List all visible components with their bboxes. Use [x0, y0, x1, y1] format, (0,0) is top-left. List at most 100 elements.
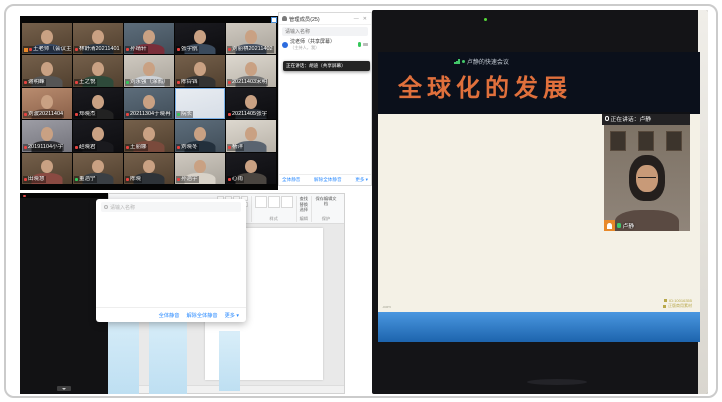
- video-tile[interactable]: 张宇航: [175, 23, 225, 54]
- video-tile[interactable]: 院长: [175, 88, 225, 119]
- restrict-editing-button[interactable]: 保存编辑文档: [315, 196, 337, 206]
- video-tile[interactable]: 刘永强（涂鸦）: [124, 55, 174, 86]
- video-tile[interactable]: 孙靖轩: [124, 23, 174, 54]
- tile-name-label: 20211403宋明: [227, 79, 268, 86]
- tile-name-label: 王丽娜: [125, 144, 148, 151]
- participant-name: 王老师（会议主讲）: [33, 46, 71, 53]
- participant-head: [92, 30, 104, 44]
- video-tile[interactable]: 刘波20211404: [22, 88, 72, 119]
- mic-status-icon: [24, 81, 27, 84]
- video-tile[interactable]: 杨洋: [226, 120, 276, 151]
- member-list: 正在讲话：胡迪（共享屏幕） 沈老师（共享屏幕）（主持人，我）: [279, 38, 371, 174]
- video-tile[interactable]: 董浩宁: [73, 153, 123, 184]
- mic-status-icon: [75, 178, 78, 181]
- dialog-footer: 全体静音 解除全体静音 更多 ▾: [96, 307, 246, 322]
- more-button[interactable]: 更多 ▾: [225, 312, 239, 319]
- meeting-sidebar-strip: [20, 193, 108, 394]
- participant-name: 刘丽祺20211402: [232, 46, 273, 53]
- mic-status-icon: [177, 113, 180, 116]
- mic-status-icon: [75, 48, 78, 51]
- tile-name-label: 孙靖轩: [125, 46, 148, 53]
- video-tile[interactable]: 谢明峰: [22, 55, 72, 86]
- participant-name: 杨洋: [232, 144, 243, 151]
- more-button[interactable]: 更多 ▾: [355, 177, 368, 183]
- camera-led-icon: [484, 18, 487, 21]
- mic-icon: [605, 116, 609, 121]
- video-tile[interactable]: 郑晓杰: [73, 88, 123, 119]
- video-tile[interactable]: 刘晓冬: [175, 120, 225, 151]
- tile-name-label: 20191104小宇: [23, 144, 64, 151]
- mic-status-icon: [228, 113, 231, 116]
- participant-head: [41, 160, 53, 174]
- mic-status-icon: [228, 81, 231, 84]
- video-tile[interactable]: 田晓慧: [22, 153, 72, 184]
- participant-name: 林舒清20211401: [79, 46, 120, 53]
- video-tile[interactable]: 王之悦: [73, 55, 123, 86]
- picture-frame: [610, 131, 626, 151]
- dialog-search-placeholder: 请输入名称: [110, 204, 135, 211]
- group-label: 保护: [322, 216, 330, 222]
- participant-name: 孙浩宇: [181, 176, 198, 183]
- video-tile[interactable]: 王丽娜: [124, 120, 174, 151]
- mute-all-button[interactable]: 全体静音: [159, 312, 180, 319]
- member-search-input[interactable]: [282, 27, 368, 36]
- tile-name-label: 王之悦: [74, 79, 97, 86]
- group-label: 样式: [269, 216, 277, 222]
- video-tile[interactable]: 赵晓君: [73, 120, 123, 151]
- participant-head: [194, 160, 206, 174]
- presentation-screen: 卢静的快速会议 全球化的发展 .com ID:10016355 正版商用素材 正…: [378, 52, 700, 342]
- tile-name-label: 20211304于晓冉: [125, 111, 172, 118]
- watermark-left: .com: [382, 304, 391, 309]
- video-tile[interactable]: 陈铃铛: [175, 55, 225, 86]
- background-window-3: [219, 331, 240, 391]
- participant-head: [41, 127, 53, 141]
- participant-name: 孙靖轩: [130, 46, 147, 53]
- layout-icon[interactable]: [271, 17, 277, 23]
- mic-on-icon: [617, 223, 621, 228]
- mic-icon[interactable]: [358, 42, 362, 47]
- camera-icon[interactable]: [363, 43, 368, 47]
- thumbnail-status-bar: 卢静: [604, 220, 634, 231]
- mic-status-icon: [228, 178, 231, 181]
- presenter-video-thumbnail[interactable]: 卢静: [604, 125, 690, 231]
- mic-status-icon: [29, 48, 32, 51]
- mute-all-button[interactable]: 全体静音: [282, 177, 300, 183]
- unmute-all-button[interactable]: 解除全体静音: [186, 312, 217, 319]
- expand-more-icon[interactable]: [57, 386, 71, 391]
- video-tile[interactable]: 心雨: [226, 153, 276, 184]
- raise-hand-icon[interactable]: [604, 220, 615, 231]
- tile-name-label: 陈铃铛: [176, 79, 199, 86]
- participant-head: [143, 160, 155, 174]
- video-tile[interactable]: 20191104小宇: [22, 120, 72, 151]
- unmute-all-button[interactable]: 解除全体静音: [314, 177, 342, 183]
- dialog-search-box[interactable]: 请输入名称: [101, 202, 241, 212]
- participant-name: 陈铃铛: [181, 79, 198, 86]
- video-tile[interactable]: 刘丽祺20211402: [226, 23, 276, 54]
- video-tile[interactable]: 王老师（会议主讲）: [22, 23, 72, 54]
- mic-status-icon: [177, 178, 180, 181]
- mic-status-icon: [126, 81, 129, 84]
- minimize-icon[interactable]: —: [353, 16, 360, 22]
- tile-name-label: 心雨: [227, 176, 244, 183]
- speaking-toast: 正在讲话：卢静: [602, 112, 690, 125]
- tile-name-label: 赵晓君: [74, 144, 97, 151]
- panel-title: 管理成员(25): [289, 15, 351, 23]
- video-tile[interactable]: 20211403宋明: [226, 55, 276, 86]
- video-tile[interactable]: 20211304于晓冉: [124, 88, 174, 119]
- video-tile[interactable]: 20211405张宇: [226, 88, 276, 119]
- participant-name: 谢明峰: [28, 79, 45, 86]
- close-icon[interactable]: ✕: [362, 16, 368, 22]
- member-status-icons: [358, 42, 369, 47]
- participant-name: 张宇航: [181, 46, 198, 53]
- member-row[interactable]: 沈老师（共享屏幕）（主持人，我）: [279, 38, 371, 51]
- video-tile[interactable]: 林舒清20211401: [73, 23, 123, 54]
- select-button[interactable]: 选择: [300, 207, 308, 213]
- participant-head: [245, 95, 257, 109]
- ribbon-group-styles: 样式: [252, 196, 297, 222]
- mic-status-icon: [75, 81, 78, 84]
- people-silhouettes: [378, 228, 700, 300]
- tile-name-label: 田晓慧: [23, 176, 46, 183]
- video-tile[interactable]: 孙浩宇: [175, 153, 225, 184]
- video-tile[interactable]: 陈晓: [124, 153, 174, 184]
- participant-head: [194, 30, 206, 44]
